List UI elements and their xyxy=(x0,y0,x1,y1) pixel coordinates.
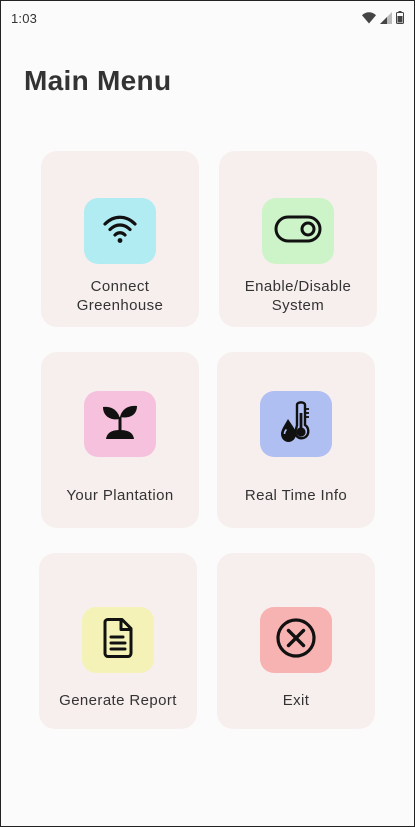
real-time-info-label: Real Time Info xyxy=(244,487,348,504)
sprout-icon xyxy=(100,403,140,446)
real-time-info-button[interactable]: Real Time Info xyxy=(217,352,375,528)
your-plantation-tile xyxy=(84,391,156,457)
status-time: 1:03 xyxy=(11,11,38,26)
status-icons xyxy=(362,11,404,24)
exit-label: Exit xyxy=(282,692,310,709)
exit-button[interactable]: Exit xyxy=(217,553,375,729)
cell-signal-icon xyxy=(380,11,392,24)
your-plantation-button[interactable]: Your Plantation xyxy=(41,352,199,528)
generate-report-tile xyxy=(82,607,154,673)
connect-greenhouse-tile xyxy=(84,198,156,264)
generate-report-button[interactable]: Generate Report xyxy=(39,553,197,729)
enable-disable-system-label: Enable/Disable System xyxy=(244,278,352,314)
toggle-icon xyxy=(274,215,322,248)
document-icon xyxy=(102,617,134,663)
connect-greenhouse-label: Connect Greenhouse xyxy=(76,278,164,314)
connect-greenhouse-button[interactable]: Connect Greenhouse xyxy=(41,151,199,327)
generate-report-label: Generate Report xyxy=(59,692,177,709)
enable-disable-system-button[interactable]: Enable/Disable System xyxy=(219,151,377,327)
thermometer-drop-icon xyxy=(279,399,313,450)
enable-disable-tile xyxy=(262,198,334,264)
wifi-icon xyxy=(102,213,138,250)
exit-tile xyxy=(260,607,332,673)
status-bar: 1:03 xyxy=(1,1,414,35)
your-plantation-label: Your Plantation xyxy=(66,487,174,504)
battery-icon xyxy=(396,11,404,24)
page-title: Main Menu xyxy=(24,65,172,96)
wifi-icon xyxy=(362,11,376,24)
app-screen: 1:03 Main Menu Connect Greenhouse Enable… xyxy=(0,0,415,827)
real-time-info-tile xyxy=(260,391,332,457)
close-circle-icon xyxy=(275,617,317,664)
